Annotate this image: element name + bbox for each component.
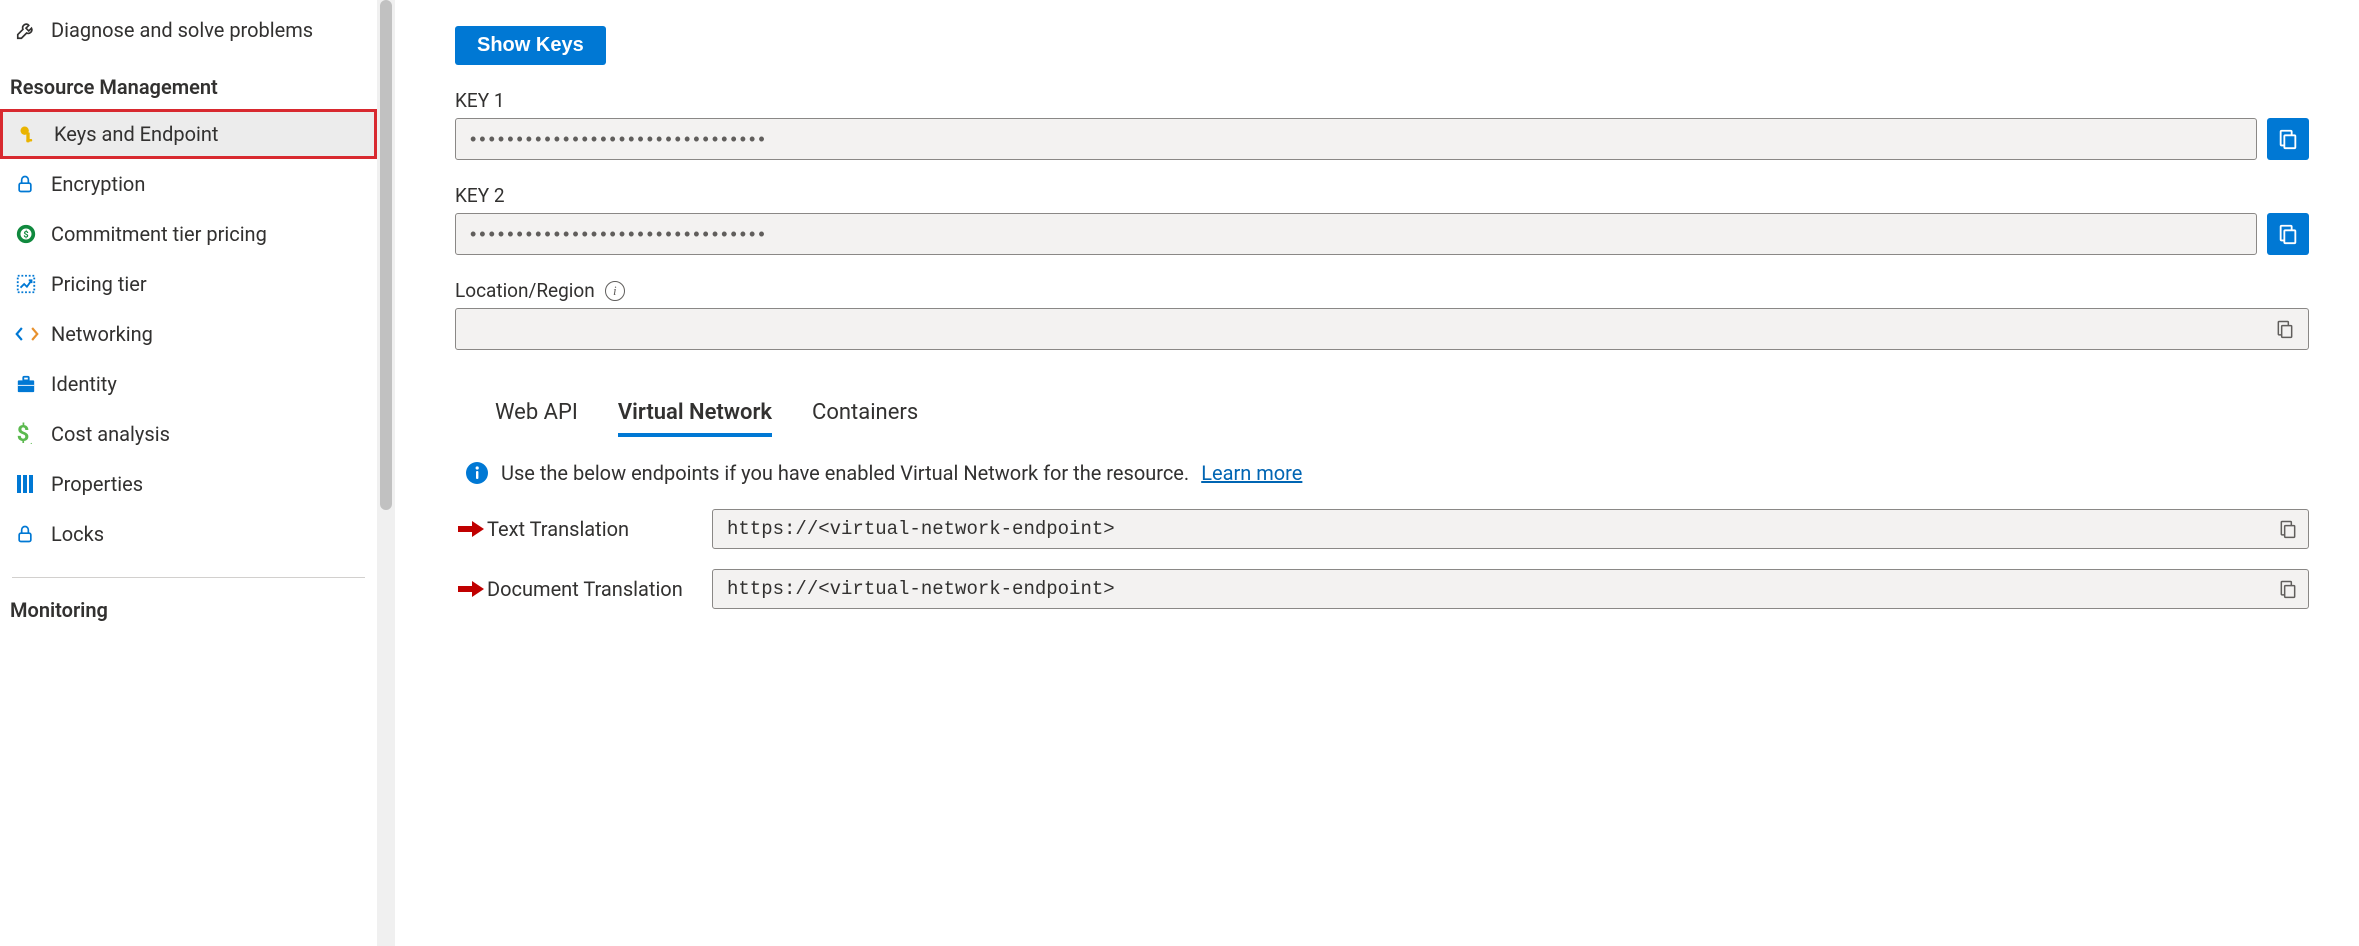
key-icon xyxy=(18,124,54,144)
sidebar: Diagnose and solve problems Resource Man… xyxy=(0,0,377,946)
wrench-icon xyxy=(15,19,51,41)
key1-label: KEY 1 xyxy=(455,89,2309,112)
sidebar-item-cost-analysis[interactable]: $ . Cost analysis xyxy=(0,409,377,459)
section-header-resource-management: Resource Management xyxy=(0,55,377,109)
endpoint-label: Text Translation xyxy=(487,517,712,541)
arrow-icon xyxy=(455,520,487,538)
sidebar-item-label: Encryption xyxy=(51,172,145,196)
info-icon[interactable]: i xyxy=(605,281,625,301)
chart-up-icon xyxy=(15,273,51,295)
copy-endpoint-button[interactable] xyxy=(2278,579,2298,599)
endpoint-document-translation[interactable]: https://<virtual-network-endpoint> xyxy=(712,569,2309,609)
copy-location-button[interactable] xyxy=(2272,316,2298,342)
copy-endpoint-button[interactable] xyxy=(2278,519,2298,539)
endpoint-tabs: Web API Virtual Network Containers xyxy=(455,400,2309,437)
sidebar-item-pricing-tier[interactable]: Pricing tier xyxy=(0,259,377,309)
sidebar-item-label: Keys and Endpoint xyxy=(54,122,218,146)
svg-text:$: $ xyxy=(23,230,28,241)
svg-text:.: . xyxy=(30,436,33,446)
main-content: Show Keys KEY 1 KEY 2 Location/Regio xyxy=(395,0,2359,946)
sidebar-item-diagnose[interactable]: Diagnose and solve problems xyxy=(0,5,377,55)
sidebar-item-label: Commitment tier pricing xyxy=(51,222,267,246)
key1-input[interactable] xyxy=(455,118,2257,160)
sidebar-item-encryption[interactable]: Encryption xyxy=(0,159,377,209)
sidebar-item-label: Properties xyxy=(51,472,143,496)
endpoint-label: Document Translation xyxy=(487,577,712,601)
copy-icon xyxy=(2277,128,2299,150)
copy-icon xyxy=(2275,319,2295,339)
copy-icon xyxy=(2278,519,2298,539)
sidebar-item-label: Networking xyxy=(51,322,153,346)
location-label: Location/Region i xyxy=(455,279,2309,302)
sidebar-scrollbar[interactable] xyxy=(377,0,395,946)
sidebar-item-properties[interactable]: Properties xyxy=(0,459,377,509)
info-icon xyxy=(465,461,489,485)
svg-text:$: $ xyxy=(17,422,30,446)
tab-web-api[interactable]: Web API xyxy=(495,400,578,437)
key2-label: KEY 2 xyxy=(455,184,2309,207)
endpoint-row: Document Translation https://<virtual-ne… xyxy=(455,569,2309,609)
sidebar-item-keys-endpoint[interactable]: Keys and Endpoint xyxy=(0,109,377,159)
show-keys-button[interactable]: Show Keys xyxy=(455,26,606,65)
sidebar-item-label: Pricing tier xyxy=(51,272,147,296)
copy-icon xyxy=(2277,223,2299,245)
lock-icon xyxy=(15,523,51,545)
endpoint-row: Text Translation https://<virtual-networ… xyxy=(455,509,2309,549)
location-field[interactable] xyxy=(455,308,2309,350)
dollar-icon: $ . xyxy=(15,422,51,446)
copy-key2-button[interactable] xyxy=(2267,213,2309,255)
copy-key1-button[interactable] xyxy=(2267,118,2309,160)
angle-code-icon xyxy=(15,325,51,343)
briefcase-icon xyxy=(15,374,51,394)
sidebar-item-identity[interactable]: Identity xyxy=(0,359,377,409)
bars-icon xyxy=(15,473,51,495)
tab-containers[interactable]: Containers xyxy=(812,400,918,437)
sidebar-item-label: Cost analysis xyxy=(51,422,170,446)
sidebar-item-networking[interactable]: Networking xyxy=(0,309,377,359)
scrollbar-thumb[interactable] xyxy=(380,0,392,510)
sidebar-item-label: Identity xyxy=(51,372,117,396)
section-header-monitoring: Monitoring xyxy=(0,578,377,632)
tab-virtual-network[interactable]: Virtual Network xyxy=(618,400,772,437)
sidebar-item-commitment-tier[interactable]: $ Commitment tier pricing xyxy=(0,209,377,259)
sidebar-item-label: Diagnose and solve problems xyxy=(51,18,313,42)
sidebar-item-label: Locks xyxy=(51,522,104,546)
arrow-icon xyxy=(455,580,487,598)
key2-input[interactable] xyxy=(455,213,2257,255)
sidebar-item-locks[interactable]: Locks xyxy=(0,509,377,559)
lock-icon xyxy=(15,173,51,195)
virtual-network-info: Use the below endpoints if you have enab… xyxy=(455,437,2309,509)
endpoint-text-translation[interactable]: https://<virtual-network-endpoint> xyxy=(712,509,2309,549)
learn-more-link[interactable]: Learn more xyxy=(1201,461,1302,485)
dollar-circle-icon: $ xyxy=(15,223,51,245)
copy-icon xyxy=(2278,579,2298,599)
